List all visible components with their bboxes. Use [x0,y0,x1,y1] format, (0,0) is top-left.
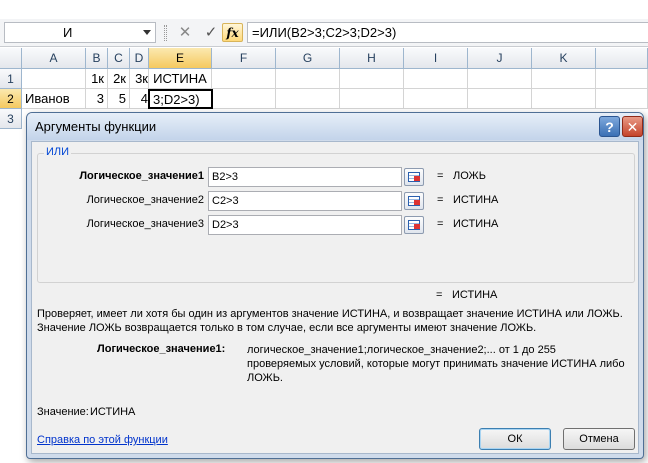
column-header-f[interactable]: F [212,48,276,69]
argument-label-3: Логическое_значение3 [86,218,204,230]
cell-l2[interactable] [596,89,648,109]
argument-row-1: Логическое_значение1 B2>3 = ЛОЖЬ [38,166,634,188]
argument-label-1: Логическое_значение1 [79,170,204,182]
column-header-c[interactable]: C [108,48,130,69]
column-header-a[interactable]: A [22,48,86,69]
function-arguments-dialog: Аргументы функции ? ✕ ИЛИ Логическое_зна… [26,112,644,459]
cell-d1[interactable]: 3к [130,69,149,89]
enter-formula-icon[interactable]: ✓ [202,23,220,42]
cell-l1[interactable] [596,69,648,89]
column-header-h[interactable]: H [340,48,404,69]
cell-i2[interactable] [404,89,468,109]
collapse-dialog-icon[interactable] [404,192,424,210]
argument-input-3[interactable]: D2>3 [208,215,402,235]
cancel-button[interactable]: Отмена [563,428,635,450]
chevron-down-icon[interactable] [143,30,151,35]
argument-value-2: C2>3 [212,195,239,207]
worksheet-grid: A B C D E F G H I J K 1 1к 2к 3к ИСТИНА … [0,48,648,129]
argument-row-3: Логическое_значение3 D2>3 = ИСТИНА [38,214,634,236]
cell-a2[interactable]: Иванов [22,89,86,109]
active-cell-e2[interactable]: 3;D2>3) [148,89,213,109]
column-header-e[interactable]: E [149,48,212,69]
function-name-label: ИЛИ [44,146,72,158]
cell-b2[interactable]: 3 [86,89,108,109]
row-header-3[interactable]: 3 [0,109,22,129]
argument-result-3: ИСТИНА [453,218,499,230]
collapse-dialog-icon[interactable] [404,216,424,234]
equals-sign: = [437,218,444,230]
column-header-b[interactable]: B [86,48,108,69]
argument-value-1: B2>3 [212,171,238,183]
row-header-1[interactable]: 1 [0,69,22,89]
column-header-d[interactable]: D [130,48,149,69]
formula-text: =ИЛИ(B2>3;C2>3;D2>3) [252,25,397,40]
argument-label-2: Логическое_значение2 [86,194,204,206]
column-header-blank[interactable] [596,48,648,69]
cell-f1[interactable] [212,69,276,89]
column-header-g[interactable]: G [276,48,340,69]
column-header-j[interactable]: J [468,48,532,69]
cell-j2[interactable] [468,89,532,109]
cell-h1[interactable] [340,69,404,89]
argument-result-1: ЛОЖЬ [453,170,486,182]
cell-g1[interactable] [276,69,340,89]
cancel-formula-icon[interactable]: ✕ [176,23,194,42]
formula-bar: И ✕ ✓ fx =ИЛИ(B2>3;C2>3;D2>3) [0,19,648,47]
name-box[interactable]: И [4,22,156,43]
value-label: Значение: [37,406,89,418]
parameter-description: логическое_значение1;логическое_значение… [247,344,625,384]
cell-k1[interactable] [532,69,596,89]
cell-c1[interactable]: 2к [108,69,130,89]
column-header-i[interactable]: I [404,48,468,69]
equals-sign: = [437,194,444,206]
cell-e1[interactable]: ИСТИНА [149,69,212,89]
cell-f2[interactable] [213,89,276,109]
cell-k2[interactable] [532,89,596,109]
cell-d2[interactable]: 4 [130,89,149,109]
dialog-titlebar[interactable]: Аргументы функции ? ✕ [27,113,643,140]
dialog-body: ИЛИ Логическое_значение1 B2>3 = ЛОЖЬ Лог… [31,141,639,454]
argument-input-1[interactable]: B2>3 [208,167,402,187]
function-help-link[interactable]: Справка по этой функции [37,434,168,446]
help-icon[interactable]: ? [599,116,620,137]
cell-g2[interactable] [276,89,340,109]
formula-input[interactable]: =ИЛИ(B2>3;C2>3;D2>3) [247,22,648,43]
cell-h2[interactable] [340,89,404,109]
argument-input-2[interactable]: C2>3 [208,191,402,211]
cell-b1[interactable]: 1к [86,69,108,89]
function-description: Проверяет, имеет ли хотя бы один из аргу… [37,308,623,334]
column-header-k[interactable]: K [532,48,596,69]
cell-j1[interactable] [468,69,532,89]
argument-result-2: ИСТИНА [453,194,499,206]
equals-sign: = [436,289,443,301]
arguments-group: ИЛИ Логическое_значение1 B2>3 = ЛОЖЬ Лог… [37,146,635,283]
ok-button[interactable]: ОК [479,428,551,450]
select-all-corner[interactable] [0,48,22,69]
formula-bar-grip[interactable] [164,25,167,41]
cell-c2[interactable]: 5 [108,89,130,109]
parameter-name: Логическое_значение1: [97,343,226,355]
value-result: ИСТИНА [90,406,136,418]
row-header-2[interactable]: 2 [0,89,22,109]
equals-sign: = [437,170,444,182]
argument-row-2: Логическое_значение2 C2>3 = ИСТИНА [38,190,634,212]
argument-value-3: D2>3 [212,219,239,231]
dialog-title: Аргументы функции [35,119,157,134]
insert-function-button[interactable]: fx [222,23,243,42]
collapse-dialog-icon[interactable] [404,168,424,186]
formula-result: ИСТИНА [452,289,498,301]
cell-a1[interactable] [22,69,86,89]
close-icon[interactable]: ✕ [622,116,643,137]
cell-i1[interactable] [404,69,468,89]
name-box-text: И [63,25,73,40]
